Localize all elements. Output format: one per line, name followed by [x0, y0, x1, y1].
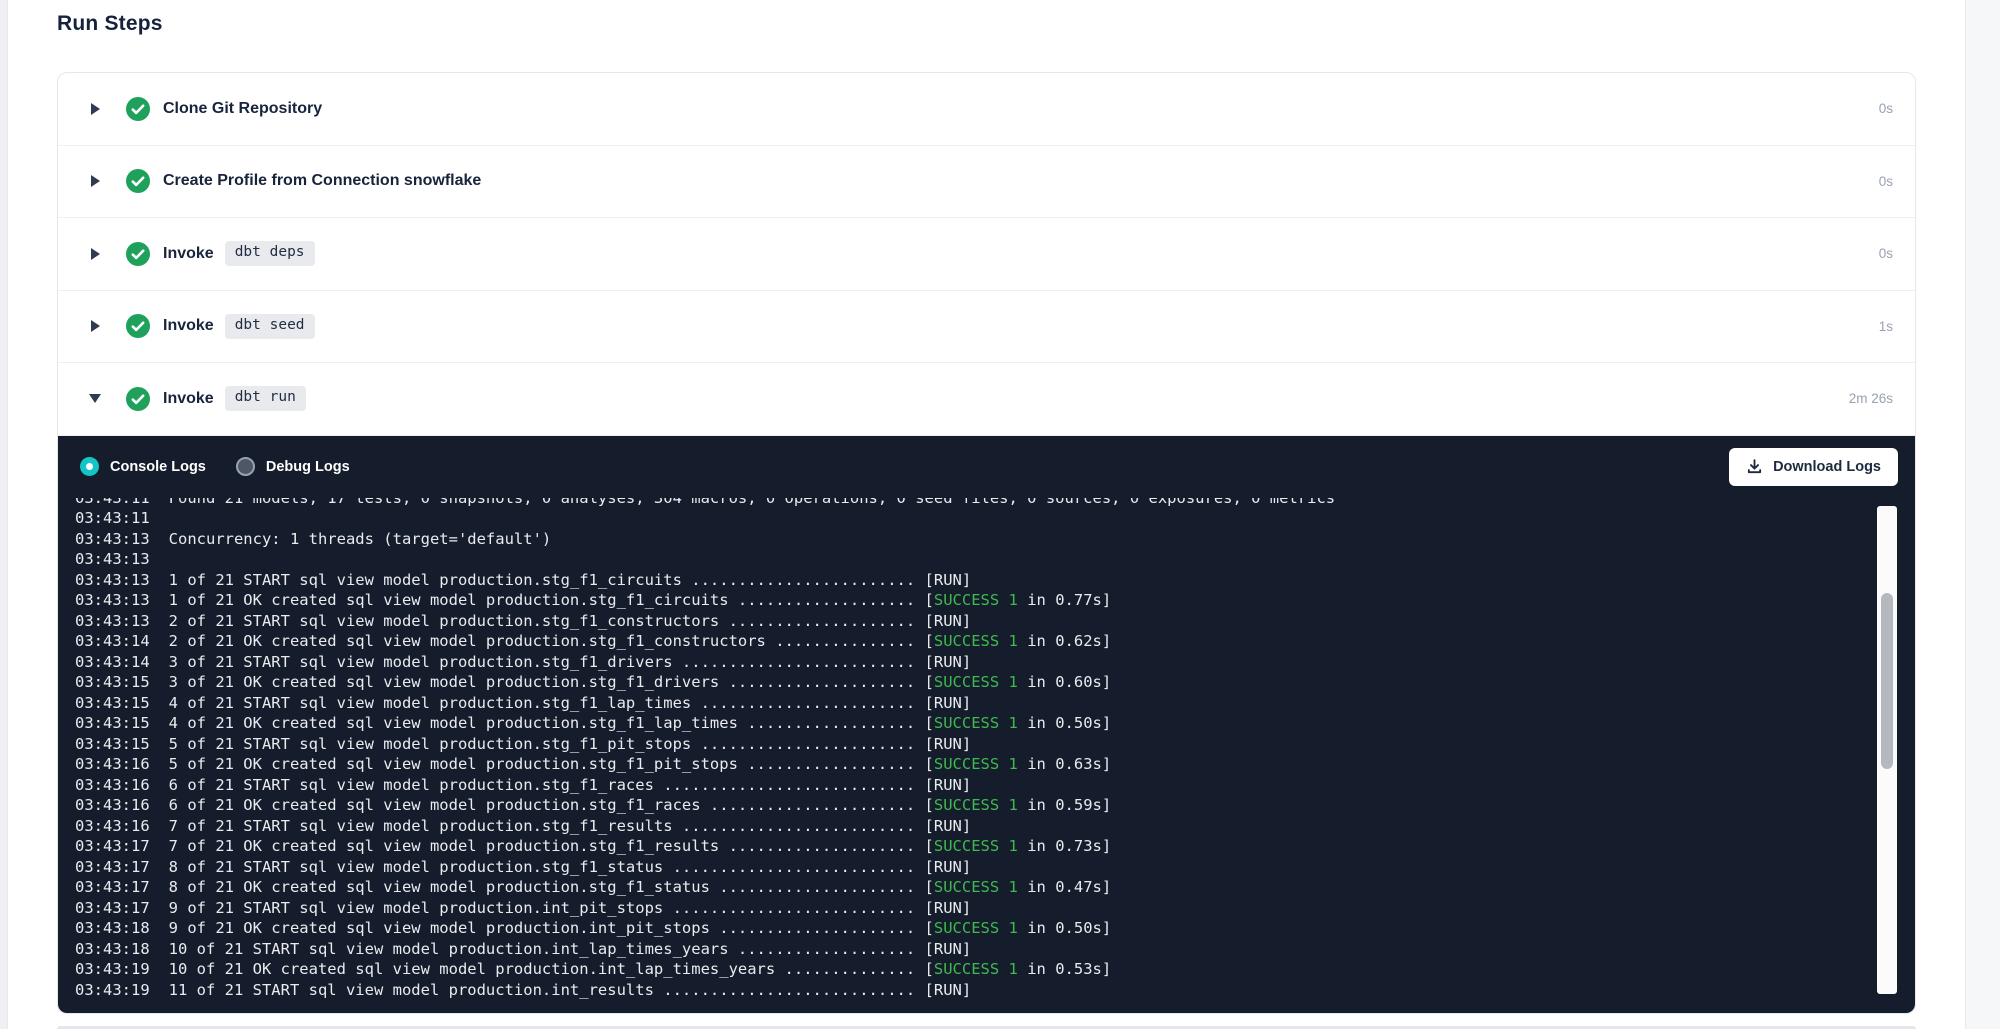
log-line: 03:43:1911 of 21 START sql view model pr…	[75, 980, 1855, 1001]
step-duration: 0s	[1879, 174, 1893, 189]
log-line: 03:43:179 of 21 START sql view model pro…	[75, 898, 1855, 919]
run-step-row[interactable]: Invoke dbt run 2m 26s	[58, 363, 1915, 436]
log-line: 03:43:143 of 21 START sql view model pro…	[75, 652, 1855, 673]
success-check-icon	[126, 169, 150, 193]
step-label: Invoke	[163, 245, 214, 263]
log-line: 03:43:166 of 21 START sql view model pro…	[75, 775, 1855, 796]
log-scrollbar-track[interactable]	[1877, 506, 1897, 994]
debug-logs-radio[interactable]: Debug Logs	[236, 457, 350, 476]
log-line: 03:43:131 of 21 START sql view model pro…	[75, 570, 1855, 591]
success-check-icon	[126, 97, 150, 121]
step-command-badge: dbt run	[225, 386, 306, 411]
chevron-right-icon[interactable]	[88, 248, 102, 260]
left-page-edge	[0, 0, 8, 1029]
log-line: 03:43:189 of 21 OK created sql view mode…	[75, 918, 1855, 939]
log-line: 03:43:131 of 21 OK created sql view mode…	[75, 590, 1855, 611]
log-line: 03:43:13Concurrency: 1 threads (target='…	[75, 529, 1855, 550]
log-panel-header: Console Logs Debug Logs Download Logs	[58, 436, 1915, 498]
console-log-output: 03:43:11Found 21 models, 17 tests, 0 sna…	[58, 498, 1915, 1013]
log-lines: 03:43:11Found 21 models, 17 tests, 0 sna…	[75, 498, 1855, 1001]
run-steps-list: Clone Git Repository 0s Create Profile f…	[58, 73, 1915, 436]
log-line: 03:43:154 of 21 OK created sql view mode…	[75, 713, 1855, 734]
log-line: 03:43:142 of 21 OK created sql view mode…	[75, 631, 1855, 652]
step-command-badge: dbt deps	[225, 241, 315, 266]
download-logs-label: Download Logs	[1773, 459, 1881, 475]
radio-unselected-icon	[236, 457, 255, 476]
log-line: 03:43:13	[75, 549, 1855, 570]
log-line: 03:43:153 of 21 OK created sql view mode…	[75, 672, 1855, 693]
log-line: 03:43:165 of 21 OK created sql view mode…	[75, 754, 1855, 775]
success-check-icon	[126, 387, 150, 411]
console-logs-radio[interactable]: Console Logs	[80, 457, 206, 476]
success-check-icon	[126, 242, 150, 266]
console-logs-label: Console Logs	[110, 459, 206, 475]
step-label: Create Profile from Connection snowflake	[163, 172, 481, 190]
download-icon	[1746, 458, 1763, 475]
run-step-row[interactable]: Clone Git Repository 0s	[58, 73, 1915, 146]
log-line: 03:43:178 of 21 OK created sql view mode…	[75, 877, 1855, 898]
chevron-right-icon[interactable]	[88, 320, 102, 332]
log-line: 03:43:155 of 21 START sql view model pro…	[75, 734, 1855, 755]
run-step-row[interactable]: Invoke dbt seed 1s	[58, 291, 1915, 364]
chevron-right-icon[interactable]	[88, 175, 102, 187]
log-line: 03:43:178 of 21 START sql view model pro…	[75, 857, 1855, 878]
debug-logs-label: Debug Logs	[266, 459, 350, 475]
log-scrollbar-thumb[interactable]	[1881, 593, 1893, 769]
log-line: 03:43:11	[75, 508, 1855, 529]
success-check-icon	[126, 314, 150, 338]
chevron-right-icon[interactable]	[88, 103, 102, 115]
log-line: 03:43:154 of 21 START sql view model pro…	[75, 693, 1855, 714]
log-line: 03:43:1810 of 21 START sql view model pr…	[75, 939, 1855, 960]
log-line: 03:43:11Found 21 models, 17 tests, 0 sna…	[75, 498, 1855, 509]
step-duration: 0s	[1879, 246, 1893, 261]
run-step-row[interactable]: Create Profile from Connection snowflake…	[58, 146, 1915, 219]
step-duration: 1s	[1879, 319, 1893, 334]
download-logs-button[interactable]: Download Logs	[1729, 448, 1898, 486]
step-duration: 2m 26s	[1849, 391, 1893, 406]
radio-selected-icon	[80, 457, 99, 476]
log-line: 03:43:177 of 21 OK created sql view mode…	[75, 836, 1855, 857]
step-label: Clone Git Repository	[163, 100, 322, 118]
step-command-badge: dbt seed	[225, 314, 315, 339]
step-duration: 0s	[1879, 101, 1893, 116]
step-label: Invoke	[163, 317, 214, 335]
log-line: 03:43:1910 of 21 OK created sql view mod…	[75, 959, 1855, 980]
run-step-row[interactable]: Invoke dbt deps 0s	[58, 218, 1915, 291]
log-panel: Console Logs Debug Logs Download Logs 03…	[58, 436, 1915, 1013]
log-line: 03:43:167 of 21 START sql view model pro…	[75, 816, 1855, 837]
chevron-down-icon[interactable]	[88, 394, 102, 403]
page-title: Run Steps	[57, 12, 163, 36]
right-page-edge	[1965, 0, 2000, 1029]
log-line: 03:43:166 of 21 OK created sql view mode…	[75, 795, 1855, 816]
run-steps-card: Clone Git Repository 0s Create Profile f…	[57, 72, 1916, 1014]
log-line: 03:43:132 of 21 START sql view model pro…	[75, 611, 1855, 632]
step-label: Invoke	[163, 390, 214, 408]
